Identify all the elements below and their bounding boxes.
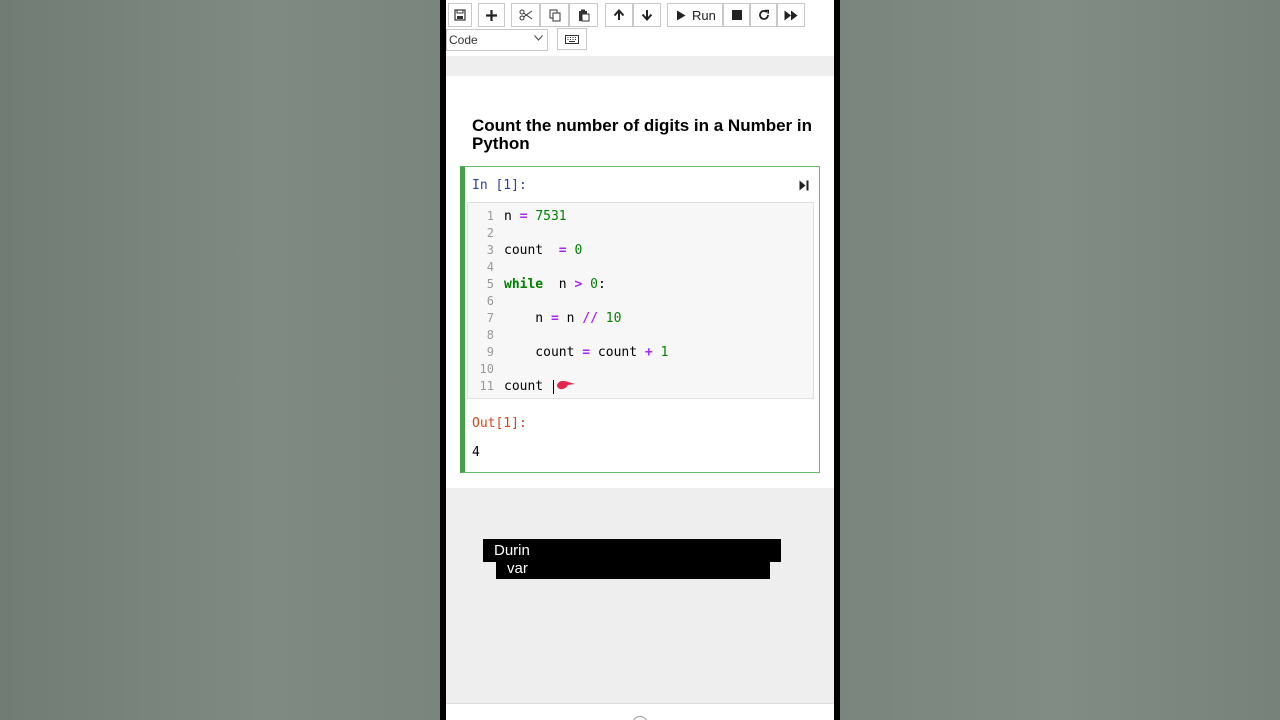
plus-icon bbox=[486, 9, 497, 21]
chevron-down-icon bbox=[534, 35, 543, 41]
pointer-hand-icon bbox=[557, 380, 575, 390]
toolbar-gap bbox=[446, 56, 834, 76]
frame-right bbox=[834, 0, 840, 720]
insert-cell-button[interactable] bbox=[478, 3, 505, 27]
command-palette-button[interactable] bbox=[557, 28, 587, 50]
interrupt-button[interactable] bbox=[723, 3, 750, 27]
move-up-button[interactable] bbox=[605, 3, 633, 27]
bottom-navigation-bar bbox=[446, 703, 834, 720]
cut-button[interactable] bbox=[511, 3, 540, 27]
stop-icon bbox=[731, 10, 742, 20]
paste-icon bbox=[578, 9, 589, 21]
code-line: count = count + 1 bbox=[504, 345, 669, 360]
run-button[interactable]: Run bbox=[667, 3, 723, 27]
home-icon[interactable] bbox=[632, 716, 648, 720]
line-number: 8 bbox=[486, 328, 494, 342]
cell-type-select[interactable]: Code bbox=[446, 29, 548, 51]
caption-line-1: Durin bbox=[483, 539, 781, 562]
code-line: while n > 0: bbox=[504, 277, 606, 292]
run-cell-icon[interactable] bbox=[799, 180, 809, 191]
phone-screen: Run Code Count the number of digits in a… bbox=[446, 0, 834, 720]
background-left bbox=[0, 0, 440, 720]
code-line: n = 7531 bbox=[504, 209, 567, 224]
copy-icon bbox=[549, 9, 560, 21]
text-cursor bbox=[552, 379, 554, 394]
line-number: 3 bbox=[486, 243, 494, 257]
arrow-down-icon bbox=[641, 10, 653, 21]
scissors-icon bbox=[519, 9, 532, 21]
fast-forward-icon bbox=[784, 10, 798, 20]
caption-line-2: var bbox=[496, 561, 770, 579]
code-line: n = n // 10 bbox=[504, 311, 622, 326]
restart-run-all-button[interactable] bbox=[777, 3, 805, 27]
line-number: 6 bbox=[486, 294, 494, 308]
line-number: 2 bbox=[486, 226, 494, 240]
arrow-up-icon bbox=[613, 9, 625, 20]
notebook-page: Count the number of digits in a Number i… bbox=[446, 76, 834, 488]
notebook-toolbar: Run Code bbox=[446, 0, 834, 57]
run-button-label: Run bbox=[692, 7, 716, 23]
line-number: 1 bbox=[486, 209, 494, 223]
line-number: 4 bbox=[486, 260, 494, 274]
line-number: 7 bbox=[486, 311, 494, 325]
line-number: 10 bbox=[479, 362, 494, 376]
restart-button[interactable] bbox=[750, 3, 777, 27]
copy-button[interactable] bbox=[540, 3, 569, 27]
code-editor[interactable]: 1 2 3 4 5 6 7 8 9 10 11 n = 7531 count =… bbox=[467, 202, 814, 399]
save-button[interactable] bbox=[448, 3, 472, 27]
keyboard-icon bbox=[565, 34, 579, 44]
code-line: count = 0 bbox=[504, 243, 583, 258]
cell-type-value: Code bbox=[449, 33, 478, 47]
line-number: 5 bbox=[486, 277, 494, 291]
save-icon bbox=[454, 9, 466, 21]
input-prompt: In [1]: bbox=[472, 178, 527, 193]
paste-button[interactable] bbox=[569, 3, 598, 27]
code-cell[interactable]: In [1]: 1 2 3 4 5 6 7 8 9 10 11 n = 7531 bbox=[460, 166, 820, 473]
markdown-heading: Count the number of digits in a Number i… bbox=[472, 116, 812, 153]
line-number: 11 bbox=[479, 379, 494, 393]
output-value: 4 bbox=[472, 445, 480, 460]
output-prompt: Out[1]: bbox=[472, 416, 527, 431]
restart-icon bbox=[758, 9, 769, 20]
code-line: count bbox=[504, 378, 554, 395]
line-number: 9 bbox=[486, 345, 494, 359]
move-down-button[interactable] bbox=[633, 3, 661, 27]
background-right bbox=[840, 0, 1280, 720]
play-icon bbox=[677, 10, 686, 20]
line-number-gutter: 1 2 3 4 5 6 7 8 9 10 11 bbox=[468, 203, 498, 398]
